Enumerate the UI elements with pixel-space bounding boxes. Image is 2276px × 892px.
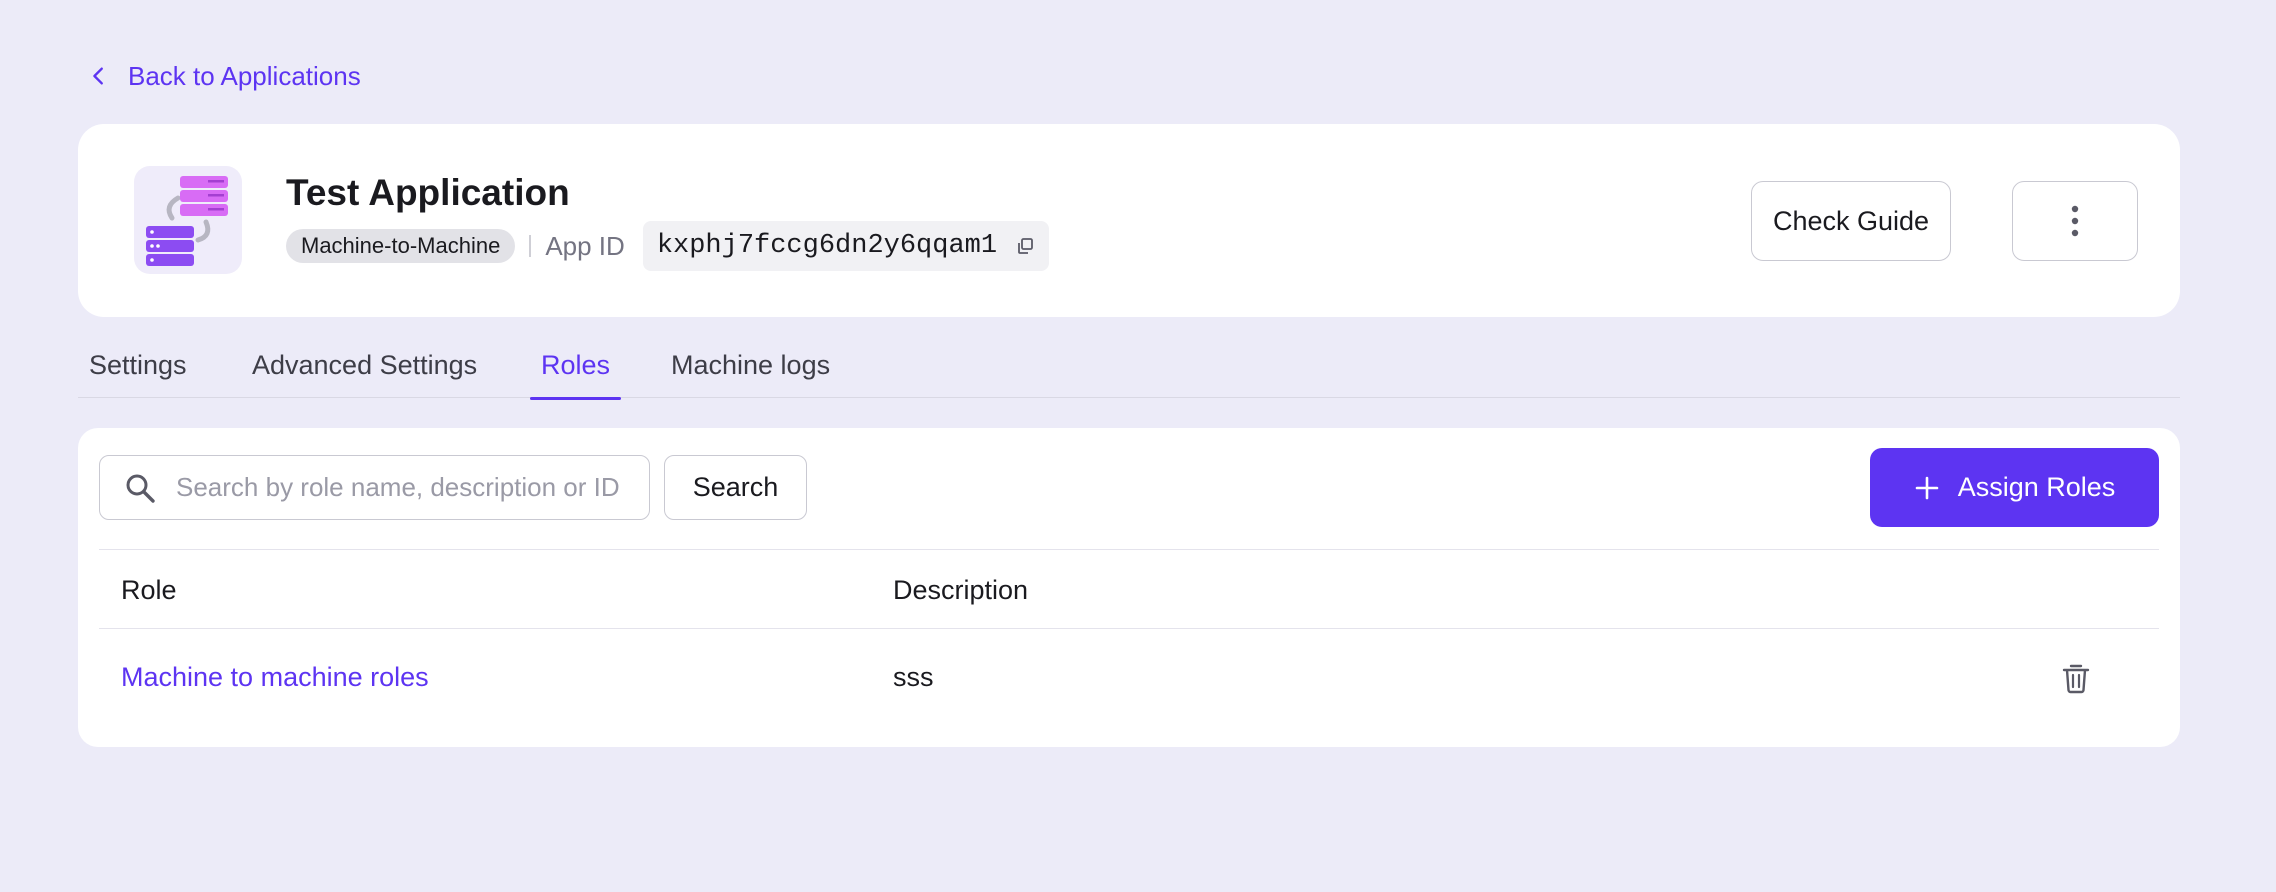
column-header-description: Description (893, 575, 1029, 605)
delete-role-button[interactable] (2059, 661, 2093, 695)
app-meta-row: Machine-to-Machine App ID kxphj7fccg6dn2… (286, 221, 1050, 271)
copy-icon[interactable] (1015, 236, 1035, 256)
back-to-applications-link[interactable]: Back to Applications (88, 56, 361, 96)
check-guide-button[interactable]: Check Guide (1751, 181, 1951, 261)
app-id-box: kxphj7fccg6dn2y6qqam1 (642, 221, 1050, 271)
search-input[interactable] (176, 472, 636, 503)
search-icon (126, 474, 155, 503)
column-header-role: Role (121, 575, 177, 605)
app-type-badge: Machine-to-Machine (286, 229, 516, 263)
plus-icon (1915, 476, 1939, 499)
tab-settings[interactable]: Settings (89, 350, 187, 398)
search-box (99, 455, 650, 520)
app-title: Test Application (286, 172, 570, 213)
meta-divider (529, 235, 532, 257)
more-vertical-icon (2071, 205, 2079, 237)
chevron-left-icon (93, 67, 103, 85)
assign-roles-button[interactable]: Assign Roles (1870, 448, 2159, 527)
table-row: Machine to machine roles sss (99, 629, 2159, 726)
application-header-card: Test Application Machine-to-Machine App … (78, 124, 2180, 317)
tab-machine-logs[interactable]: Machine logs (671, 350, 830, 398)
assign-roles-label: Assign Roles (1957, 472, 2116, 502)
search-button[interactable]: Search (664, 455, 807, 520)
trash-icon (2062, 664, 2090, 694)
app-id-value: kxphj7fccg6dn2y6qqam1 (656, 231, 998, 261)
tab-advanced-settings[interactable]: Advanced Settings (252, 350, 477, 398)
more-options-button[interactable] (2012, 181, 2138, 261)
roles-card: Search Assign Roles Role Description Mac… (78, 428, 2180, 747)
app-logo-icon (134, 166, 242, 274)
role-name-link[interactable]: Machine to machine roles (121, 662, 429, 693)
tab-roles[interactable]: Roles (529, 350, 622, 400)
tab-bar: Settings Advanced Settings Roles Machine… (78, 340, 2180, 400)
back-link-label: Back to Applications (128, 60, 361, 91)
roles-table: Role Description Machine to machine role… (99, 549, 2159, 726)
role-description: sss (893, 662, 934, 692)
app-id-label: App ID (545, 230, 625, 261)
table-header: Role Description (99, 549, 2159, 629)
